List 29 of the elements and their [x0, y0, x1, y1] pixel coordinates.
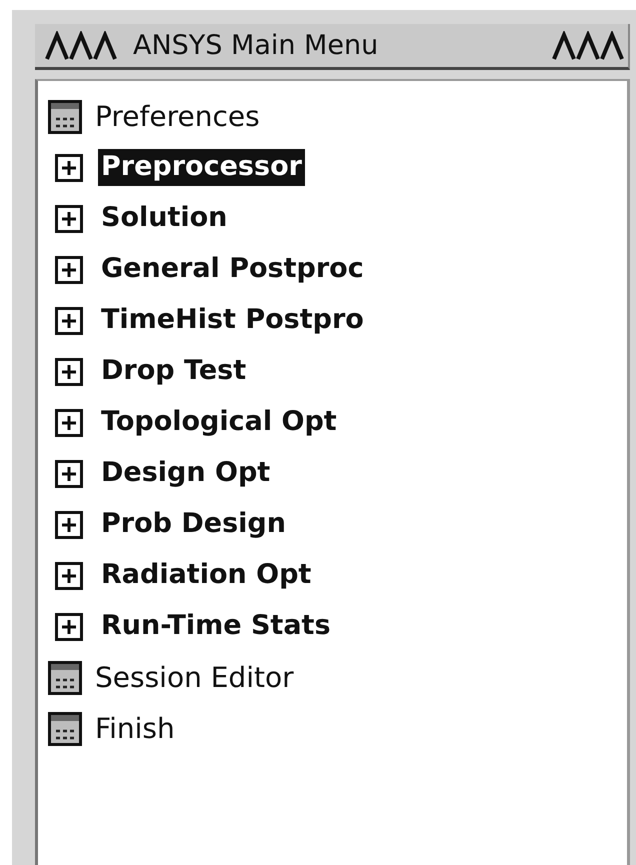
menu-item[interactable]: General Postproc [98, 251, 367, 288]
dialog-icon [48, 100, 82, 134]
menu-item[interactable]: Preprocessor [98, 149, 305, 186]
collapse-carets-icon[interactable] [552, 30, 624, 60]
expand-icon[interactable] [55, 562, 83, 590]
dialog-icon [48, 660, 82, 694]
menu-item[interactable]: Prob Design [98, 506, 289, 543]
expand-icon[interactable] [55, 460, 83, 488]
window-title: ANSYS Main Menu [133, 30, 378, 61]
menu-item[interactable]: Preferences [92, 98, 263, 136]
expand-icon[interactable] [55, 510, 83, 538]
menu-item[interactable]: Solution [98, 200, 230, 237]
collapse-carets-icon[interactable] [45, 30, 117, 60]
menu-item[interactable]: Run-Time Stats [98, 608, 334, 645]
menu-item[interactable]: Radiation Opt [98, 557, 314, 594]
expand-icon[interactable] [55, 612, 83, 640]
menu-item[interactable]: Drop Test [98, 353, 250, 390]
expand-icon[interactable] [55, 154, 83, 182]
expand-icon[interactable] [55, 306, 83, 334]
expand-icon[interactable] [55, 408, 83, 436]
menu-item[interactable]: Session Editor [92, 658, 297, 696]
dialog-icon [48, 712, 82, 746]
menu-item[interactable]: TimeHist Postpro [98, 302, 367, 339]
menu-item[interactable]: Design Opt [98, 455, 274, 492]
expand-icon[interactable] [55, 256, 83, 284]
expand-icon[interactable] [55, 358, 83, 386]
menu-item[interactable]: Finish [92, 710, 178, 748]
expand-icon[interactable] [55, 204, 83, 232]
menu-item[interactable]: Topological Opt [98, 404, 340, 441]
